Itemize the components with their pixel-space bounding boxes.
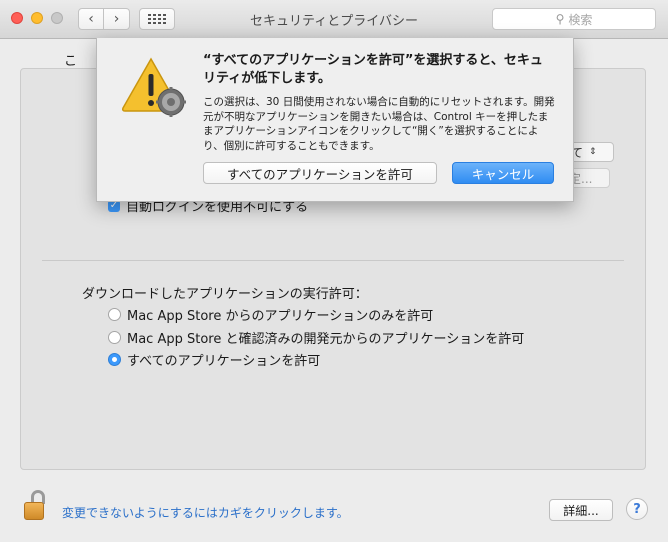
radio-label: すべてのアプリケーションを許可 [127, 354, 321, 369]
obscured-label: こ [64, 54, 78, 69]
search-placeholder: 検索 [568, 12, 593, 27]
alert-sheet: “すべてのアプリケーションを許可”を選択すると、セキュリティが低下します。 この… [96, 38, 574, 202]
lock-instruction[interactable]: 変更できないようにするにはカギをクリックします。 [62, 504, 349, 521]
details-button[interactable]: 詳細... [549, 499, 613, 521]
search-icon: ⚲ [555, 12, 565, 26]
allow-all-button[interactable]: すべてのアプリケーションを許可 [203, 162, 437, 184]
radio-label: Mac App Store と確認済みの開発元からのアプリケーションを許可 [127, 332, 525, 347]
alert-title: “すべてのアプリケーションを許可”を選択すると、セキュリティが低下します。 [203, 53, 543, 86]
radio-label: Mac App Store からのアプリケーションのみを許可 [127, 309, 434, 324]
download-heading: ダウンロードしたアプリケーションの実行許可： [82, 287, 368, 302]
search-field[interactable]: ⚲ 検索 [492, 8, 656, 30]
preferences-window: ‹ › セキュリティとプライバシー ⚲ 検索 こ て ⇕ 定... ✓ 自動ログ… [0, 0, 668, 542]
radio-button [108, 308, 121, 321]
help-button[interactable]: ? [626, 498, 648, 520]
radio-button [108, 331, 121, 344]
section-divider [42, 260, 624, 261]
radio-app-store-and-identified[interactable]: Mac App Store と確認済みの開発元からのアプリケーションを許可 [108, 328, 524, 347]
alert-message: この選択は、30 日間使用されない場合に自動的にリセットされます。開発元が不明な… [203, 96, 555, 152]
lock-icon[interactable] [24, 490, 46, 522]
help-icon: ? [633, 501, 641, 517]
cancel-button[interactable]: キャンセル [452, 162, 554, 184]
radio-app-store-only[interactable]: Mac App Store からのアプリケーションのみを許可 [108, 305, 433, 324]
radio-button-selected [108, 353, 121, 366]
chevron-updown-icon: ⇕ [589, 147, 597, 157]
title-bar: ‹ › セキュリティとプライバシー ⚲ 検索 [0, 0, 668, 39]
radio-anywhere[interactable]: すべてのアプリケーションを許可 [108, 350, 320, 369]
warning-icon [122, 57, 186, 117]
